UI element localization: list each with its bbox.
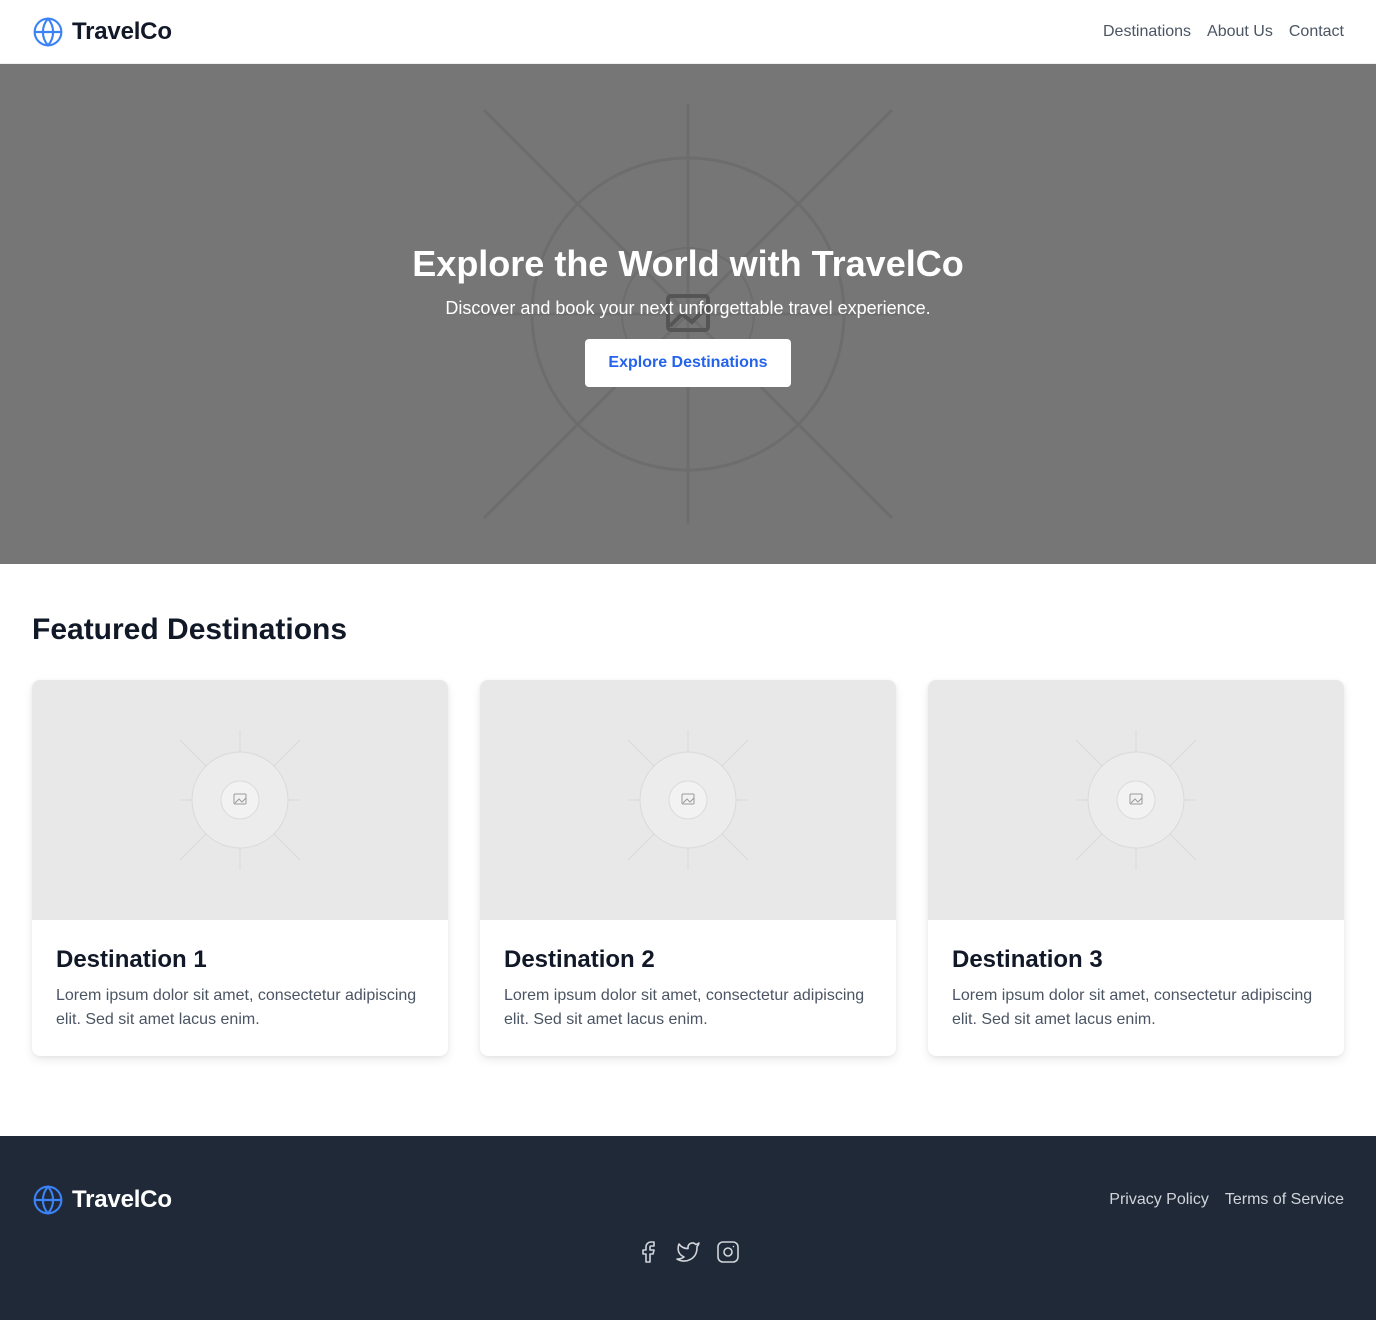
featured-title: Featured Destinations [32,613,348,646]
destination-card[interactable]: Destination 2 Lorem ipsum dolor sit amet… [480,680,896,1056]
destination-description: Lorem ipsum dolor sit amet, consectetur … [504,987,865,1028]
footer-brand-name: TravelCo [72,1186,172,1213]
nav-contact[interactable]: Contact [1289,23,1344,41]
globe-icon [33,1185,63,1215]
destination-description: Lorem ipsum dolor sit amet, consectetur … [56,987,417,1028]
instagram-icon[interactable] [716,1240,740,1264]
destination-card[interactable]: Destination 1 Lorem ipsum dolor sit amet… [32,680,448,1056]
hero-title: Explore the World with TravelCo [412,242,964,284]
brand-logo[interactable]: TravelCo [32,16,172,48]
social-links [32,1240,1344,1264]
explore-destinations-button[interactable]: Explore Destinations [585,338,791,387]
footer-links: Privacy Policy Terms of Service [1109,1191,1344,1209]
destination-title: Destination 2 [504,946,655,973]
site-header: TravelCo Destinations About Us Contact [0,0,1376,64]
nav-destinations[interactable]: Destinations [1103,23,1191,41]
destination-image-placeholder [928,680,1344,920]
twitter-icon[interactable] [676,1240,700,1264]
destination-image-placeholder [480,680,896,920]
destination-image-placeholder [32,680,448,920]
main-nav: Destinations About Us Contact [1103,23,1344,41]
destination-description: Lorem ipsum dolor sit amet, consectetur … [952,987,1313,1028]
hero-subtitle: Discover and book your next unforgettabl… [445,297,931,318]
hero-content: Explore the World with TravelCo Discover… [0,64,1376,564]
featured-section: Featured Destinations Destination 1 Lore… [0,564,1376,1136]
nav-about-us[interactable]: About Us [1207,23,1273,41]
privacy-policy-link[interactable]: Privacy Policy [1109,1191,1209,1209]
destination-title: Destination 1 [56,946,207,973]
terms-of-service-link[interactable]: Terms of Service [1225,1191,1344,1209]
destination-cards: Destination 1 Lorem ipsum dolor sit amet… [32,680,1344,1056]
globe-icon [33,16,63,47]
footer-brand-logo[interactable]: TravelCo [32,1184,172,1216]
hero-section: Explore the World with TravelCo Discover… [0,64,1376,564]
facebook-icon[interactable] [636,1240,660,1264]
destination-card[interactable]: Destination 3 Lorem ipsum dolor sit amet… [928,680,1344,1056]
site-footer: TravelCo Privacy Policy Terms of Service [0,1136,1376,1320]
brand-name: TravelCo [72,17,172,45]
destination-title: Destination 3 [952,946,1103,973]
